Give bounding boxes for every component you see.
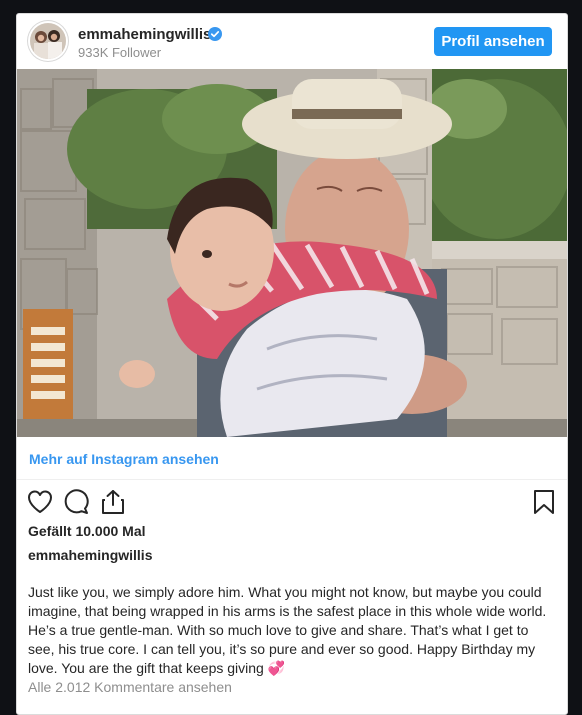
share-icon[interactable] [99, 488, 127, 516]
bookmark-icon[interactable] [531, 488, 557, 516]
verified-badge-icon [208, 27, 222, 41]
caption-username[interactable]: emmahemingwillis [28, 547, 152, 563]
view-profile-button[interactable]: Profil ansehen [434, 27, 552, 56]
post-header: emmahemingwillis 933K Follower Profil an… [17, 14, 567, 72]
view-all-comments-link[interactable]: Alle 2.012 Kommentare ansehen [28, 679, 232, 695]
view-more-on-instagram-link[interactable]: Mehr auf Instagram ansehen [29, 451, 219, 467]
like-count[interactable]: Gefällt 10.000 Mal [28, 523, 146, 539]
post-photo[interactable] [17, 69, 567, 437]
divider [17, 479, 567, 480]
instagram-embed-card: emmahemingwillis 933K Follower Profil an… [16, 13, 568, 715]
post-caption: Just like you, we simply adore him. What… [28, 584, 547, 676]
username[interactable]: emmahemingwillis [78, 26, 211, 43]
comment-bubble-icon[interactable] [62, 488, 90, 516]
avatar[interactable] [30, 23, 66, 59]
follower-count: 933K Follower [78, 45, 162, 60]
action-bar [17, 484, 567, 520]
heart-icon[interactable] [26, 488, 54, 516]
